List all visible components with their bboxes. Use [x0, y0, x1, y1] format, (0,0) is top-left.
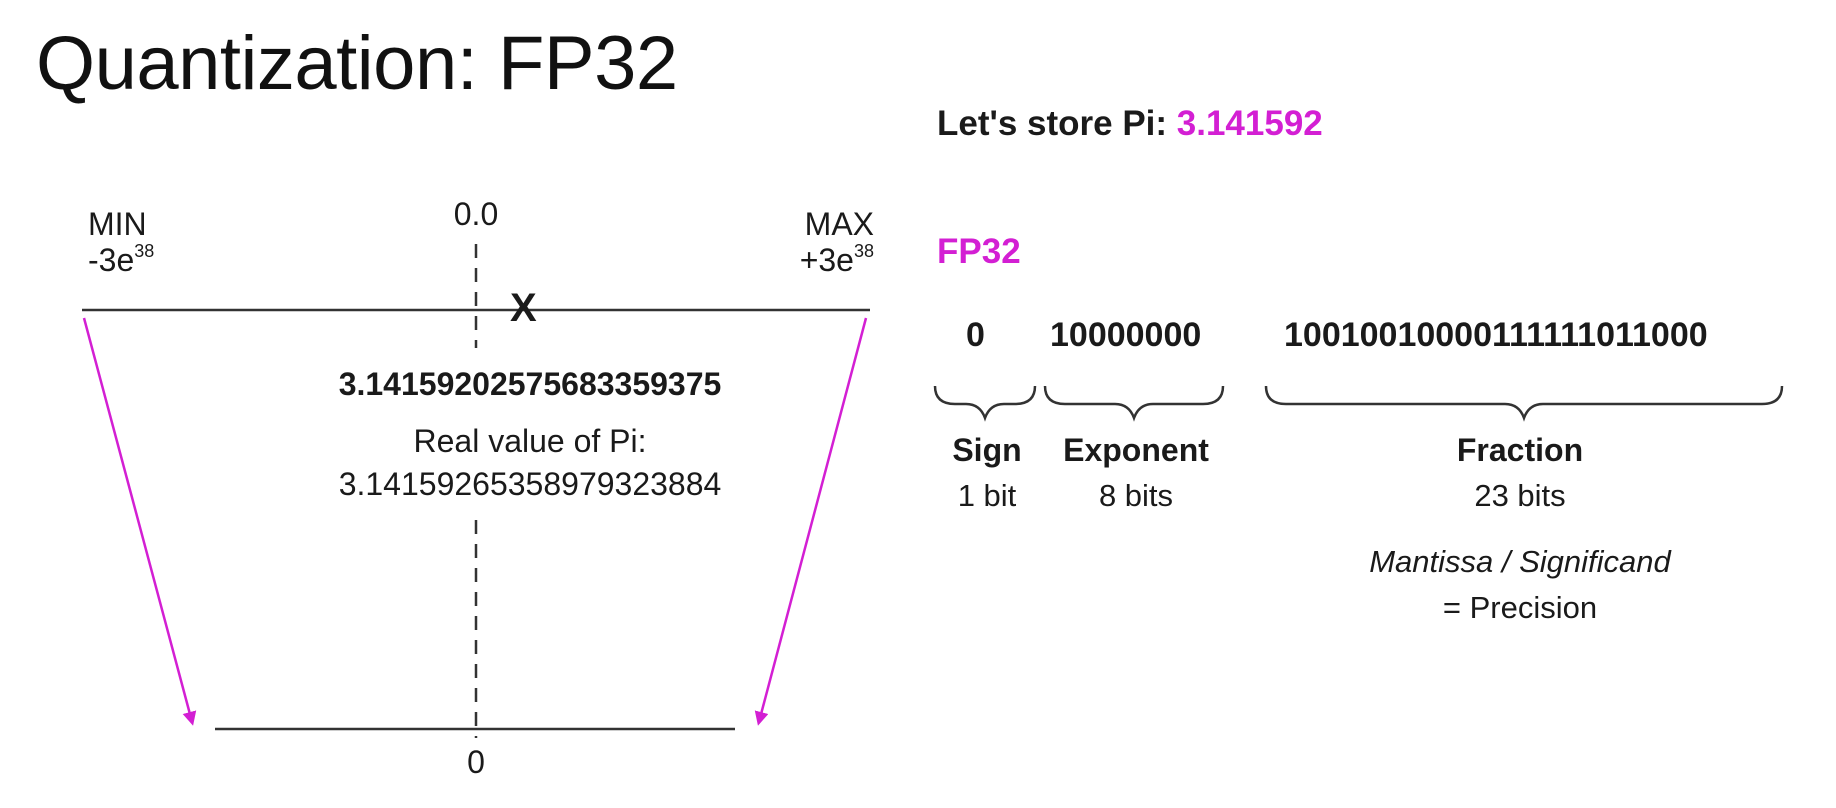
zero-top-label: 0.0 [453, 196, 499, 232]
sign-brace [933, 385, 1037, 422]
exponent-field-size: 8 bits [1098, 478, 1174, 513]
sign-field-size: 1 bit [957, 478, 1017, 513]
fraction-field-name: Fraction [1456, 432, 1584, 468]
sign-field-name: Sign [952, 432, 1022, 468]
zero-bottom-label: 0 [467, 744, 485, 780]
exponent-brace [1043, 385, 1225, 422]
format-label: FP32 [937, 232, 1021, 271]
store-pi-heading: Let's store Pi: 3.141592 [937, 104, 1323, 144]
max-label: MAX [804, 206, 874, 242]
stored-fp32-value: 3.14159202575683359375 [338, 366, 722, 402]
pi-value: 3.141592 [1176, 104, 1323, 143]
real-value-label: Real value of Pi: [310, 423, 750, 460]
max-value: +3e38 [799, 241, 874, 278]
sign-bits: 0 [966, 316, 985, 354]
exponent-bits: 10000000 [1050, 316, 1202, 354]
exponent-field-name: Exponent [1063, 432, 1209, 468]
fraction-brace [1264, 385, 1784, 422]
fraction-bits: 10010010000111111011000 [1284, 316, 1708, 354]
min-mapping-arrow [82, 317, 197, 726]
store-prefix: Let's store Pi: [937, 104, 1177, 143]
real-pi-value: 3.14159265358979323884 [290, 466, 770, 503]
pi-position-marker: X [510, 286, 537, 330]
min-label: MIN [88, 206, 147, 242]
page-title: Quantization: FP32 [36, 21, 678, 106]
quantization-diagram [82, 244, 1784, 738]
min-value: -3e38 [88, 241, 155, 278]
fraction-field-size: 23 bits [1474, 478, 1566, 513]
mantissa-note: Mantissa / Significand [1369, 544, 1671, 579]
max-exponent: 38 [853, 241, 874, 261]
min-label-block: MIN -3e38 [88, 206, 154, 278]
max-mapping-arrow [754, 317, 868, 726]
max-label-block: MAX +3e38 [800, 206, 874, 278]
min-exponent: 38 [134, 241, 155, 261]
precision-note: = Precision [1442, 590, 1598, 625]
